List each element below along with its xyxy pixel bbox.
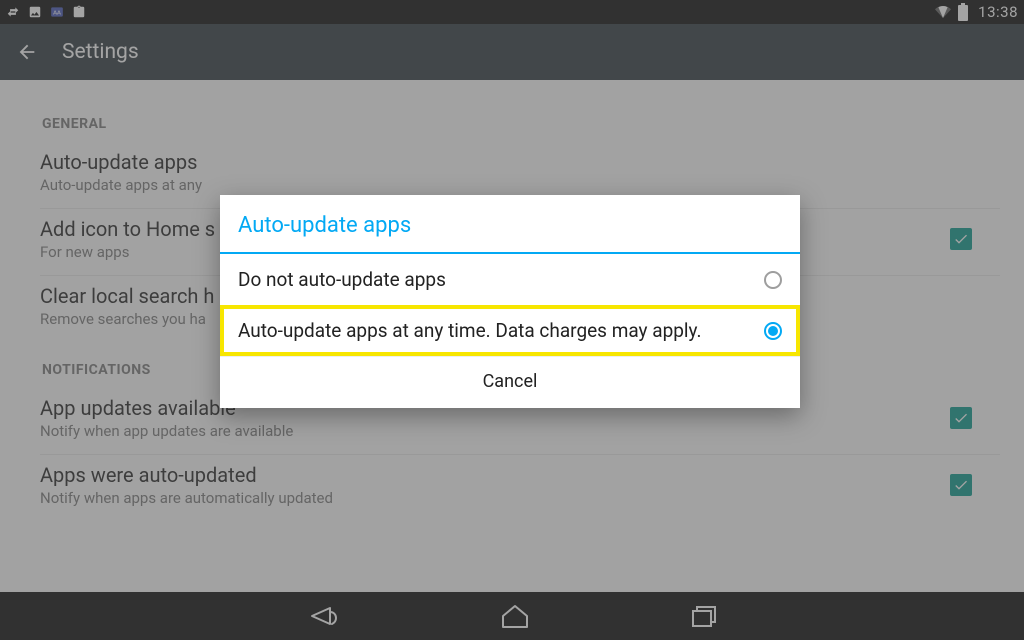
radio-selected-icon[interactable] [764, 322, 782, 340]
radio-unselected-icon[interactable] [764, 271, 782, 289]
option-label: Auto-update apps at any time. Data charg… [238, 319, 764, 342]
cancel-button[interactable]: Cancel [220, 357, 800, 408]
option-label: Do not auto-update apps [238, 268, 764, 291]
screen: AA 13:38 Settings GENERAL Auto-u [0, 0, 1024, 640]
auto-update-dialog: Auto-update apps Do not auto-update apps… [220, 195, 800, 408]
option-auto-update-any-time[interactable]: Auto-update apps at any time. Data charg… [220, 305, 800, 356]
dialog-title: Auto-update apps [220, 195, 800, 254]
option-do-not-auto-update[interactable]: Do not auto-update apps [220, 254, 800, 305]
